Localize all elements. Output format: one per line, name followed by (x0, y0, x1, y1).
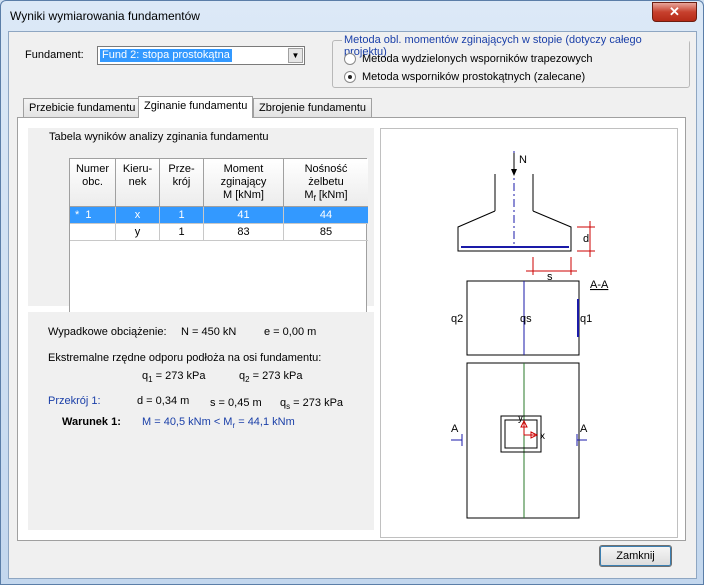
footing-plan (466, 362, 580, 519)
q2-value: q2 = 273 kPa (239, 370, 303, 385)
column-header-capacity[interactable]: Nośność żelbetu Mf [kNm] (284, 159, 368, 207)
load-e-value: e = 0,00 m (264, 326, 317, 338)
n-label: N (519, 154, 527, 166)
method-rectangular-label[interactable]: Metoda wsporników prostokątnych (zalecan… (362, 71, 585, 83)
qs-value: qs = 273 kPa (280, 397, 344, 412)
condition-label: Warunek 1: (62, 416, 121, 428)
d-label: d (583, 233, 589, 245)
close-button[interactable]: Zamknij (599, 545, 672, 567)
tab-zbrojenie[interactable]: Zbrojenie fundamentu (253, 98, 373, 118)
cell-direction[interactable]: x (116, 207, 160, 224)
cell-section[interactable]: 1 (160, 224, 204, 241)
fundament-select[interactable]: Fund 2: stopa prostokątna ▼ (97, 46, 305, 65)
method-groupbox: Metoda obl. momentów zginających w stopi… (332, 34, 690, 88)
chevron-down-icon[interactable]: ▼ (288, 48, 303, 63)
title-bar: Wyniki wymiarowania fundamentów ✕ (1, 1, 703, 31)
cell-section[interactable]: 1 (160, 207, 204, 224)
section-a-left-label: A (451, 423, 459, 435)
close-window-button[interactable]: ✕ (652, 2, 697, 22)
q1-value: q1 = 273 kPa (142, 370, 206, 385)
q1-label: q1 (580, 313, 592, 325)
method-trapezoid-label[interactable]: Metoda wydzielonych wsporników trapezowy… (362, 53, 593, 65)
method-rectangular-radio[interactable] (344, 71, 356, 83)
condition-value: M = 40,5 kNm < Mr = 44,1 kNm (142, 416, 295, 431)
cell-capacity[interactable]: 44 (284, 207, 368, 224)
q2-label: q2 (451, 313, 463, 325)
cell-moment[interactable]: 83 (204, 224, 284, 241)
fundament-selected-value: Fund 2: stopa prostokątna (100, 49, 232, 62)
tab-zginanie[interactable]: Zginanie fundamentu (138, 96, 254, 118)
qs-label: qs (520, 313, 532, 325)
section-label: Przekrój 1: (48, 395, 101, 407)
cell-moment[interactable]: 41 (204, 207, 284, 224)
load-arrowhead (511, 169, 517, 176)
fundament-label: Fundament: (25, 49, 84, 61)
pressure-label: Ekstremalne rzędne odporu podłoża na osi… (48, 352, 322, 364)
results-table-panel: Tabela wyników analizy zginania fundamen… (28, 128, 374, 318)
cell-direction[interactable]: y (116, 224, 160, 241)
x-label: x (540, 431, 545, 442)
cell-number[interactable] (70, 224, 116, 241)
foundation-diagram: N d s A-A q2 qs q1 A A y x (380, 128, 678, 538)
column-header-section[interactable]: Prze-krój (160, 159, 204, 207)
results-table[interactable]: Numer obc. Kieru-nek Prze-krój Moment zgin… (69, 158, 368, 318)
method-trapezoid-radio[interactable] (344, 53, 356, 65)
tab-panel-zginanie: Tabela wyników analizy zginania fundamen… (17, 117, 686, 541)
d-value: d = 0,34 m (137, 395, 190, 407)
foundation-drawing: N d s A-A q2 qs q1 A A y x (451, 151, 609, 519)
load-label: Wypadkowe obciążenie: (48, 326, 167, 338)
column-header-moment[interactable]: Moment zginający M [kNm] (204, 159, 284, 207)
table-caption: Tabela wyników analizy zginania fundamen… (49, 131, 269, 143)
load-n-value: N = 450 kN (181, 326, 237, 338)
section-a-right-label: A (580, 423, 588, 435)
cell-capacity[interactable]: 85 (284, 224, 368, 241)
dialog-client-area: Fundament: Fund 2: stopa prostokątna ▼ M… (8, 31, 697, 579)
column-header-number[interactable]: Numer obc. (70, 159, 116, 207)
column-header-direction[interactable]: Kieru-nek (116, 159, 160, 207)
window-title: Wyniki wymiarowania fundamentów (10, 9, 200, 23)
column-plan-inner (504, 419, 538, 449)
y-label: y (518, 413, 523, 424)
s-value: s = 0,45 m (210, 397, 262, 409)
dialog-window: Wyniki wymiarowania fundamentów ✕ Fundam… (0, 0, 704, 585)
cell-number[interactable]: * 1 (70, 207, 116, 224)
results-summary-panel: Wypadkowe obciążenie: N = 450 kN e = 0,0… (28, 312, 374, 530)
tab-przebicie[interactable]: Przebicie fundamentu (23, 98, 142, 118)
section-aa-label: A-A (590, 279, 609, 291)
